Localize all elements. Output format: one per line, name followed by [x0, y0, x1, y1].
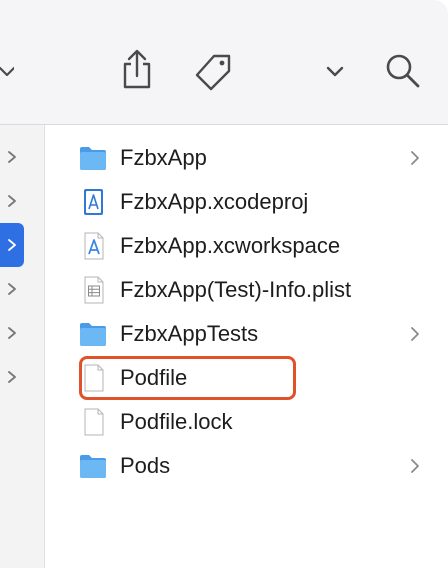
chevron-right-icon: [8, 151, 16, 163]
sidebar-row[interactable]: [0, 179, 24, 223]
plist-icon: [84, 276, 104, 304]
file-list: FzbxApp FzbxApp.xcodeproj FzbxApp.xcwork…: [46, 125, 448, 568]
file-name: Pods: [120, 453, 171, 478]
file-name: FzbxApp.xcworkspace: [120, 233, 341, 258]
finder-toolbar: [0, 0, 448, 125]
file-name: FzbxApp.xcodeproj: [120, 189, 309, 214]
chevron-right-icon: [8, 239, 16, 251]
chevron-down-icon[interactable]: [0, 64, 14, 80]
chevron-right-icon: [8, 283, 16, 295]
folder-icon: [80, 147, 106, 170]
list-item-xcworkspace[interactable]: FzbxApp.xcworkspace: [46, 224, 448, 268]
list-item-fzbxapp[interactable]: FzbxApp: [46, 136, 448, 180]
chevron-right-icon[interactable]: [410, 150, 420, 166]
file-name: FzbxApp(Test)-Info.plist: [120, 277, 352, 302]
search-icon[interactable]: [384, 52, 422, 90]
sidebar-row[interactable]: [0, 355, 24, 399]
file-name: FzbxAppTests: [120, 321, 259, 346]
podfile-highlight-box: [79, 356, 296, 400]
chevron-down-icon[interactable]: [326, 64, 344, 80]
list-item-xcodeproj[interactable]: FzbxApp.xcodeproj: [46, 180, 448, 224]
chevron-right-icon: [8, 327, 16, 339]
tag-icon[interactable]: [192, 52, 234, 94]
list-item-plist[interactable]: FzbxApp(Test)-Info.plist: [46, 268, 448, 312]
sidebar-row[interactable]: [0, 311, 24, 355]
list-item-pods[interactable]: Pods: [46, 444, 448, 488]
list-item-podfile-lock[interactable]: Podfile.lock: [46, 400, 448, 444]
file-name: FzbxApp: [120, 145, 207, 170]
chevron-right-icon: [8, 371, 16, 383]
xcodeproj-icon: [84, 189, 103, 215]
folder-icon: [80, 455, 106, 478]
chevron-right-icon: [8, 195, 16, 207]
file-name: Podfile.lock: [120, 409, 233, 434]
sidebar-row-selected[interactable]: [0, 223, 24, 267]
document-icon: [84, 408, 104, 436]
sidebar: [0, 125, 45, 568]
sidebar-row[interactable]: [0, 135, 24, 179]
xcworkspace-icon: [84, 232, 104, 260]
sidebar-row[interactable]: [0, 267, 24, 311]
chevron-right-icon[interactable]: [410, 458, 420, 474]
folder-icon: [80, 323, 106, 346]
share-icon[interactable]: [120, 48, 154, 90]
list-item-fzbxapptests[interactable]: FzbxAppTests: [46, 312, 448, 356]
chevron-right-icon[interactable]: [410, 326, 420, 342]
